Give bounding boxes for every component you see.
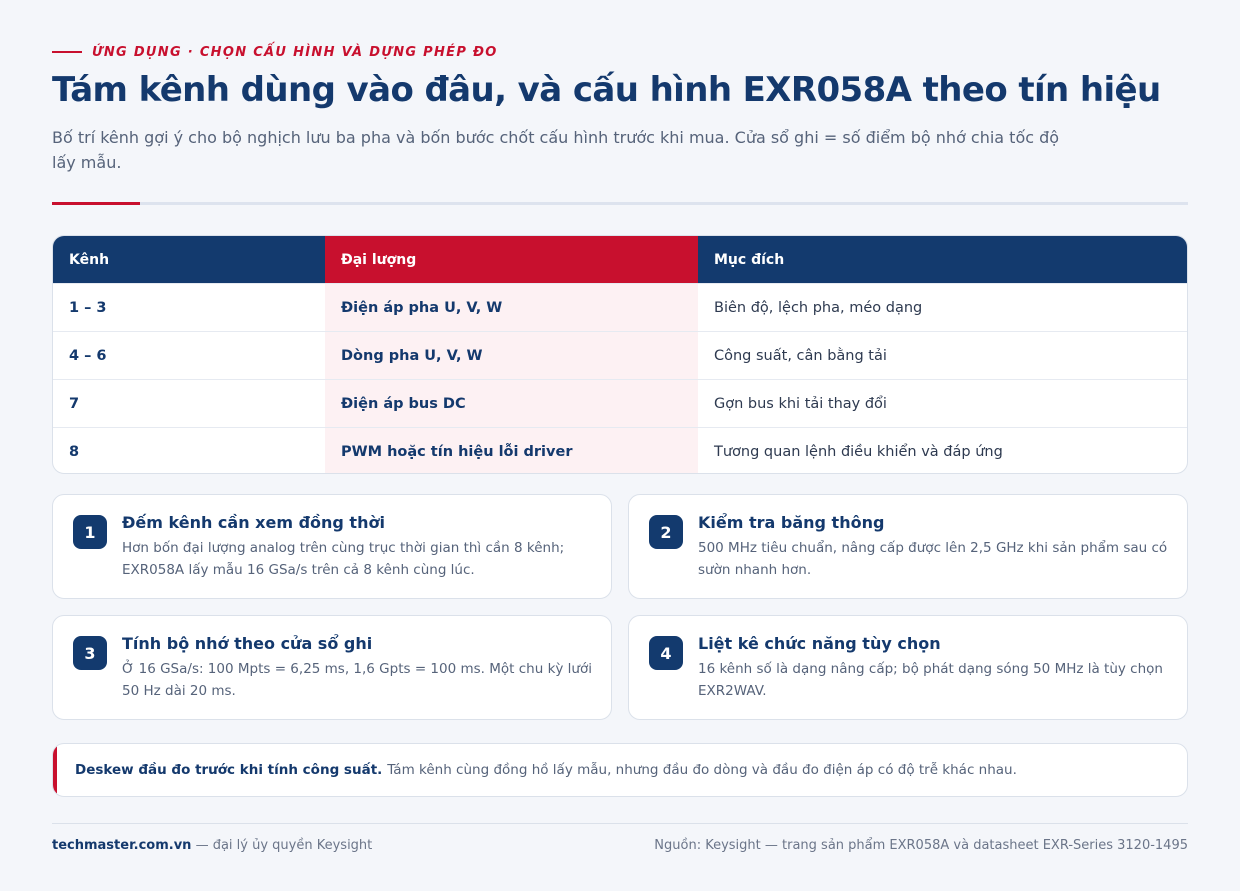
step-card-3: 3 Tính bộ nhớ theo cửa sổ ghi Ở 16 GSa/s… [52, 615, 612, 720]
column-header-channel: Kênh [53, 236, 325, 283]
eyebrow-text: ỨNG DỤNG · CHỌN CẤU HÌNH VÀ DỰNG PHÉP ĐO [92, 44, 498, 60]
note-accent-bar [53, 744, 57, 796]
step-description: Ở 16 GSa/s: 100 Mpts = 6,25 ms, 1,6 Gpts… [122, 661, 592, 699]
step-card-1: 1 Đếm kênh cần xem đồng thời Hơn bốn đại… [52, 494, 612, 599]
cell-channel: 1 – 3 [69, 299, 107, 316]
cell-quantity: PWM hoặc tín hiệu lỗi driver [325, 428, 698, 473]
footer-source: Nguồn: Keysight — trang sản phẩm EXR058A… [654, 838, 1188, 853]
note-text-line: Deskew đầu đo trước khi tính công suất. T… [75, 762, 1017, 778]
step-description: 500 MHz tiêu chuẩn, nâng cấp được lên 2,… [698, 540, 1168, 578]
footer-tagline: — đại lý ủy quyền Keysight [195, 838, 373, 853]
step-number-badge: 3 [73, 636, 107, 670]
step-title: Liệt kê chức năng tùy chọn [698, 634, 941, 653]
cell-purpose: Biên độ, lệch pha, méo dạng [714, 299, 923, 316]
step-number-badge: 4 [649, 636, 683, 670]
cell-purpose: Công suất, cân bằng tải [714, 347, 887, 364]
eyebrow: ỨNG DỤNG · CHỌN CẤU HÌNH VÀ DỰNG PHÉP ĐO [52, 43, 498, 61]
step-title: Tính bộ nhớ theo cửa sổ ghi [122, 634, 373, 653]
footer-credit: techmaster.com.vn — đại lý ủy quyền Keys… [52, 838, 372, 853]
step-card-4: 4 Liệt kê chức năng tùy chọn 16 kênh số … [628, 615, 1188, 720]
table-row: 1 – 3 Điện áp pha U, V, W Biên độ, lệch … [53, 283, 1187, 331]
cell-channel: 8 [69, 443, 80, 460]
table-row: 4 – 6 Dòng pha U, V, W Công suất, cân bằ… [53, 331, 1187, 379]
footer-divider [52, 823, 1188, 824]
step-title: Đếm kênh cần xem đồng thời [122, 513, 385, 532]
step-number-badge: 2 [649, 515, 683, 549]
channel-table: Kênh Đại lượng Mục đích 1 – 3 Điện áp ph… [52, 235, 1188, 474]
note-emphasis: Deskew đầu đo trước khi tính công suất. [75, 762, 383, 778]
cell-purpose: Gợn bus khi tải thay đổi [714, 395, 887, 412]
page-subtitle: Bố trí kênh gợi ý cho bộ nghịch lưu ba p… [52, 128, 1060, 172]
cell-quantity: Dòng pha U, V, W [325, 332, 698, 379]
deskew-note: Deskew đầu đo trước khi tính công suất. T… [52, 743, 1188, 797]
table-row: 8 PWM hoặc tín hiệu lỗi driver Tương qua… [53, 427, 1187, 473]
step-description: 16 kênh số là dạng nâng cấp; bộ phát dạn… [698, 661, 1163, 699]
cell-channel: 7 [69, 395, 80, 412]
cell-quantity: Điện áp bus DC [325, 380, 698, 427]
footer-brand-link[interactable]: techmaster.com.vn [52, 838, 191, 853]
cell-channel: 4 – 6 [69, 347, 107, 364]
step-description: Hơn bốn đại lượng analog trên cùng trục … [122, 540, 565, 578]
step-title: Kiểm tra băng thông [698, 513, 885, 532]
note-body: Tám kênh cùng đồng hồ lấy mẫu, nhưng đầu… [387, 762, 1017, 778]
cell-purpose: Tương quan lệnh điều khiển và đáp ứng [714, 443, 1003, 460]
step-card-2: 2 Kiểm tra băng thông 500 MHz tiêu chuẩn… [628, 494, 1188, 599]
table-row: 7 Điện áp bus DC Gợn bus khi tải thay đổ… [53, 379, 1187, 427]
header-divider [52, 202, 1188, 205]
divider-accent [52, 202, 140, 205]
column-header-quantity: Đại lượng [325, 236, 698, 283]
cell-quantity: Điện áp pha U, V, W [325, 284, 698, 331]
column-header-purpose: Mục đích [698, 236, 1187, 283]
page-title: Tám kênh dùng vào đâu, và cấu hình EXR05… [52, 70, 1161, 110]
table-header-row: Kênh Đại lượng Mục đích [53, 236, 1187, 283]
step-number-badge: 1 [73, 515, 107, 549]
eyebrow-accent-line [52, 51, 82, 53]
